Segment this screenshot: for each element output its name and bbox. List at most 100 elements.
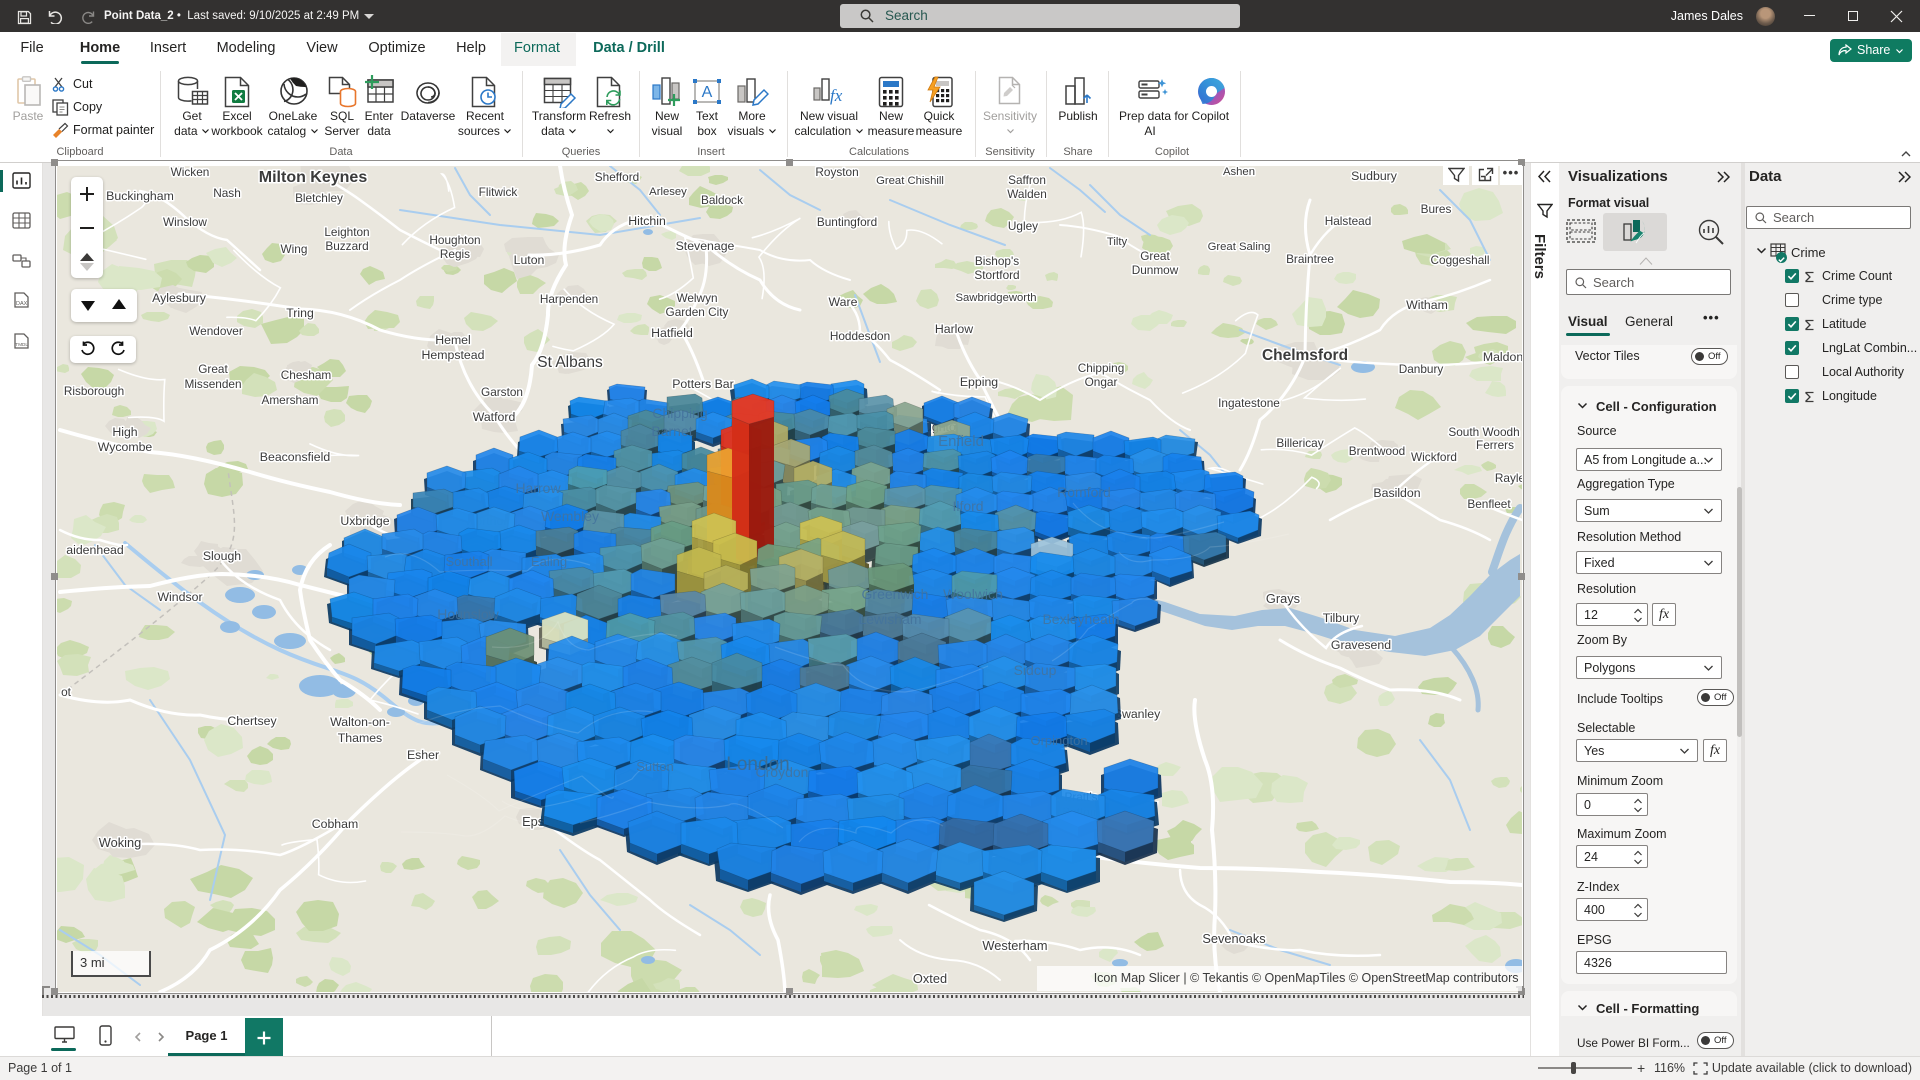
svg-text:Barnet: Barnet	[651, 423, 692, 439]
svg-text:Maldon: Maldon	[1483, 350, 1522, 364]
svg-text:Buntingford: Buntingford	[817, 215, 877, 229]
svg-text:Welwyn: Welwyn	[676, 291, 717, 305]
svg-text:Billericay: Billericay	[1276, 436, 1323, 450]
svg-text:Hitchin: Hitchin	[628, 214, 666, 228]
svg-text:Regis: Regis	[440, 247, 470, 261]
svg-text:Great Saling: Great Saling	[1208, 241, 1271, 253]
svg-text:Ealing: Ealing	[531, 554, 567, 569]
svg-text:Stevenage: Stevenage	[676, 239, 735, 253]
svg-text:Great Chishill: Great Chishill	[876, 175, 944, 187]
svg-text:Great: Great	[198, 362, 228, 376]
svg-text:Tilbury: Tilbury	[1323, 611, 1360, 625]
svg-text:Winslow: Winslow	[163, 215, 207, 229]
svg-text:ot: ot	[61, 685, 72, 699]
svg-text:Epping: Epping	[960, 375, 998, 389]
svg-text:Luton: Luton	[514, 253, 545, 267]
svg-text:Grays: Grays	[1266, 591, 1300, 606]
svg-text:Esher: Esher	[407, 748, 439, 762]
svg-text:Garston: Garston	[481, 385, 523, 399]
svg-text:Dunmow: Dunmow	[1132, 263, 1179, 277]
svg-text:Garden City: Garden City	[666, 305, 729, 319]
svg-text:Chelmsford: Chelmsford	[1262, 347, 1348, 364]
svg-text:A: A	[702, 84, 713, 101]
svg-text:Wycombe: Wycombe	[98, 440, 153, 454]
svg-text:Chesham: Chesham	[281, 368, 332, 382]
svg-text:Aylesbury: Aylesbury	[152, 291, 207, 305]
svg-text:Hoddesdon: Hoddesdon	[830, 329, 890, 343]
svg-text:Oxted: Oxted	[913, 971, 947, 986]
svg-text:High: High	[112, 425, 137, 439]
svg-text:Woking: Woking	[99, 835, 141, 850]
svg-text:Sevenoaks: Sevenoaks	[1202, 931, 1265, 946]
svg-text:Amersham: Amersham	[261, 393, 318, 407]
svg-text:Witham: Witham	[1406, 298, 1448, 312]
svg-text:Beaconsfield: Beaconsfield	[260, 450, 331, 464]
svg-text:Ware: Ware	[829, 295, 858, 309]
svg-text:Shefford: Shefford	[595, 170, 639, 184]
svg-text:Rayle: Rayle	[1495, 471, 1522, 485]
svg-text:Watford: Watford	[473, 410, 516, 424]
svg-text:Saffron: Saffron	[1008, 173, 1046, 187]
svg-text:Hempstead: Hempstead	[422, 348, 485, 362]
svg-text:Sawbridgeworth: Sawbridgeworth	[955, 292, 1036, 304]
svg-text:Chertsey: Chertsey	[227, 714, 277, 728]
svg-text:Woolwich: Woolwich	[943, 586, 1003, 602]
svg-text:Greenwich: Greenwich	[862, 586, 929, 602]
svg-text:Missenden: Missenden	[184, 377, 241, 391]
svg-text:Tilty: Tilty	[1107, 236, 1128, 248]
svg-text:Baldock: Baldock	[701, 193, 743, 207]
svg-text:Lewisham: Lewisham	[858, 611, 921, 627]
svg-text:Wicken: Wicken	[171, 166, 210, 179]
svg-text:Sutton: Sutton	[636, 759, 674, 774]
svg-text:TMDL: TMDL	[15, 342, 28, 347]
svg-text:Buzzard: Buzzard	[325, 239, 368, 253]
svg-text:Gravesend: Gravesend	[1331, 638, 1391, 652]
svg-text:Risborough: Risborough	[64, 384, 124, 398]
svg-text:Nash: Nash	[213, 186, 241, 200]
svg-text:Flitwick: Flitwick	[479, 185, 518, 199]
svg-text:Windsor: Windsor	[157, 590, 202, 604]
svg-text:South Woodh: South Woodh	[1448, 425, 1519, 439]
svg-text:Chipping: Chipping	[1078, 361, 1125, 375]
svg-text:Sidcup: Sidcup	[1014, 662, 1057, 678]
svg-text:St Albans: St Albans	[537, 354, 603, 371]
svg-text:Wing: Wing	[281, 242, 308, 256]
svg-text:Hounslow: Hounslow	[437, 606, 499, 622]
svg-text:Bishop's: Bishop's	[975, 254, 1019, 268]
svg-text:Houghton: Houghton	[429, 233, 480, 247]
svg-text:Benfleet: Benfleet	[1467, 497, 1511, 511]
svg-text:Coggeshall: Coggeshall	[1430, 253, 1489, 267]
svg-text:Braintree: Braintree	[1286, 252, 1334, 266]
svg-text:Bexleyheath: Bexleyheath	[1042, 611, 1119, 627]
svg-text:fx: fx	[830, 86, 843, 105]
svg-text:Ferrers: Ferrers	[1476, 438, 1514, 452]
svg-text:Arlesey: Arlesey	[649, 186, 687, 198]
svg-text:London: London	[726, 754, 789, 775]
svg-text:Harpenden: Harpenden	[540, 292, 598, 306]
svg-text:Tring: Tring	[286, 306, 314, 320]
svg-text:Buckingham: Buckingham	[106, 189, 174, 203]
svg-text:DAX: DAX	[16, 301, 28, 307]
svg-text:Thames: Thames	[338, 731, 382, 745]
svg-text:Wembley: Wembley	[541, 508, 599, 524]
svg-text:Hemel: Hemel	[435, 333, 471, 347]
svg-text:Great: Great	[1140, 249, 1170, 263]
svg-text:Milton Keynes: Milton Keynes	[259, 169, 368, 186]
svg-text:Danbury: Danbury	[1399, 362, 1444, 376]
svg-text:Sudbury: Sudbury	[1351, 169, 1398, 183]
svg-text:Romford: Romford	[1057, 484, 1111, 500]
svg-text:Ilford: Ilford	[952, 498, 983, 514]
svg-text:Slough: Slough	[203, 549, 241, 563]
svg-text:Bletchley: Bletchley	[295, 191, 343, 205]
svg-text:Hatfield: Hatfield	[651, 326, 693, 340]
svg-text:Harlow: Harlow	[935, 322, 973, 336]
svg-text:Basildon: Basildon	[1373, 486, 1420, 500]
svg-text:Southall: Southall	[446, 554, 493, 569]
svg-text:Leighton: Leighton	[324, 225, 369, 239]
svg-text:Orpington: Orpington	[1030, 733, 1087, 748]
svg-text:Wendover: Wendover	[189, 324, 243, 338]
svg-text:Ingatestone: Ingatestone	[1218, 396, 1280, 410]
svg-text:Walton-on-: Walton-on-	[330, 715, 390, 729]
svg-text:Ugley: Ugley	[1008, 219, 1038, 233]
svg-text:Enfield: Enfield	[938, 433, 984, 450]
